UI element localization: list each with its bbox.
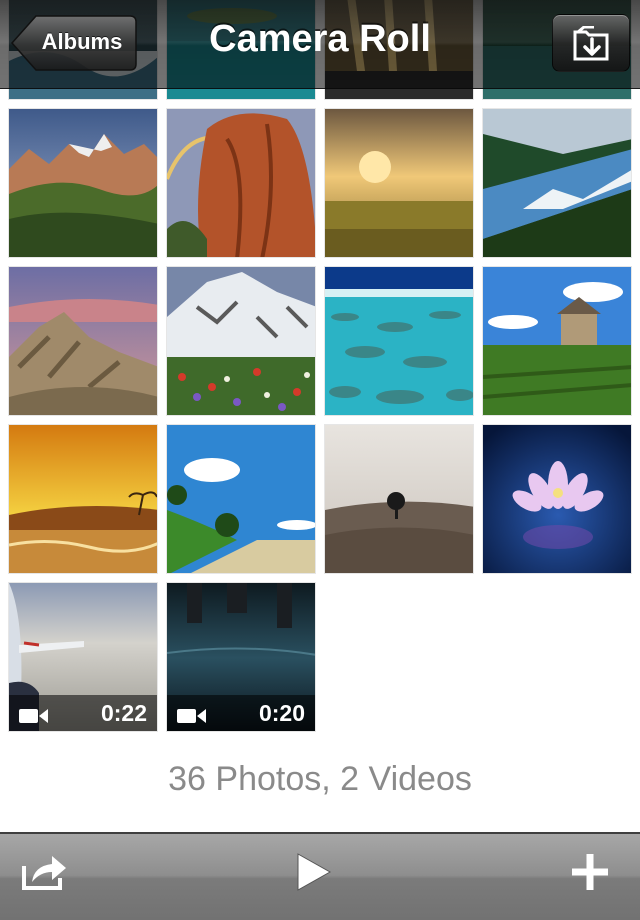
coral-reef-image (325, 267, 473, 415)
country-road-image (167, 425, 315, 573)
photo-thumbnail[interactable] (8, 424, 158, 574)
folder-arrow-icon (573, 26, 609, 61)
photo-thumbnail[interactable] (166, 424, 316, 574)
photo-thumbnail[interactable] (324, 424, 474, 574)
wildflower-mountain-image (167, 267, 315, 415)
lone-tree-image (325, 425, 473, 573)
photo-thumbnail[interactable] (482, 266, 632, 416)
mountain-lake-image (483, 109, 631, 257)
bottom-toolbar (0, 832, 640, 920)
slideshow-play-button[interactable] (296, 834, 344, 920)
add-button[interactable] (570, 834, 626, 920)
page-title: Camera Roll (209, 18, 431, 60)
media-count-summary: 36 Photos, 2 Videos (168, 760, 472, 798)
navigation-bar: Albums Camera Roll (0, 0, 640, 89)
photo-thumbnail[interactable] (166, 108, 316, 258)
video-thumbnail[interactable]: 0:22 (8, 582, 158, 732)
farm-house-field-image (483, 267, 631, 415)
video-camera-icon (177, 707, 207, 725)
share-button[interactable] (20, 834, 76, 920)
photo-thumbnail[interactable] (324, 108, 474, 258)
plus-icon (572, 854, 608, 890)
photo-thumbnail[interactable] (482, 108, 632, 258)
mountain-valley-image (9, 109, 157, 257)
video-camera-icon (19, 707, 49, 725)
photo-thumbnail[interactable] (166, 266, 316, 416)
photo-thumbnail[interactable] (8, 266, 158, 416)
share-icon (22, 856, 66, 890)
desert-ridges-image (9, 267, 157, 415)
photo-thumbnail[interactable] (324, 266, 474, 416)
video-thumbnail[interactable]: 0:20 (166, 582, 316, 732)
folder-action-button[interactable] (552, 14, 630, 72)
video-duration: 0:20 (258, 700, 305, 726)
play-icon (297, 853, 332, 891)
photo-thumbnail[interactable] (482, 424, 632, 574)
red-rock-rainbow-image (167, 109, 315, 257)
tropical-sunset-image (9, 425, 157, 573)
video-duration: 0:22 (100, 700, 147, 726)
photo-thumbnail[interactable] (8, 108, 158, 258)
camera-roll-screen: 0:22 0:20 36 Photos, 2 Videos Albums Cam… (0, 0, 640, 920)
golden-meadow-image (325, 109, 473, 257)
lotus-flower-image (483, 425, 631, 573)
